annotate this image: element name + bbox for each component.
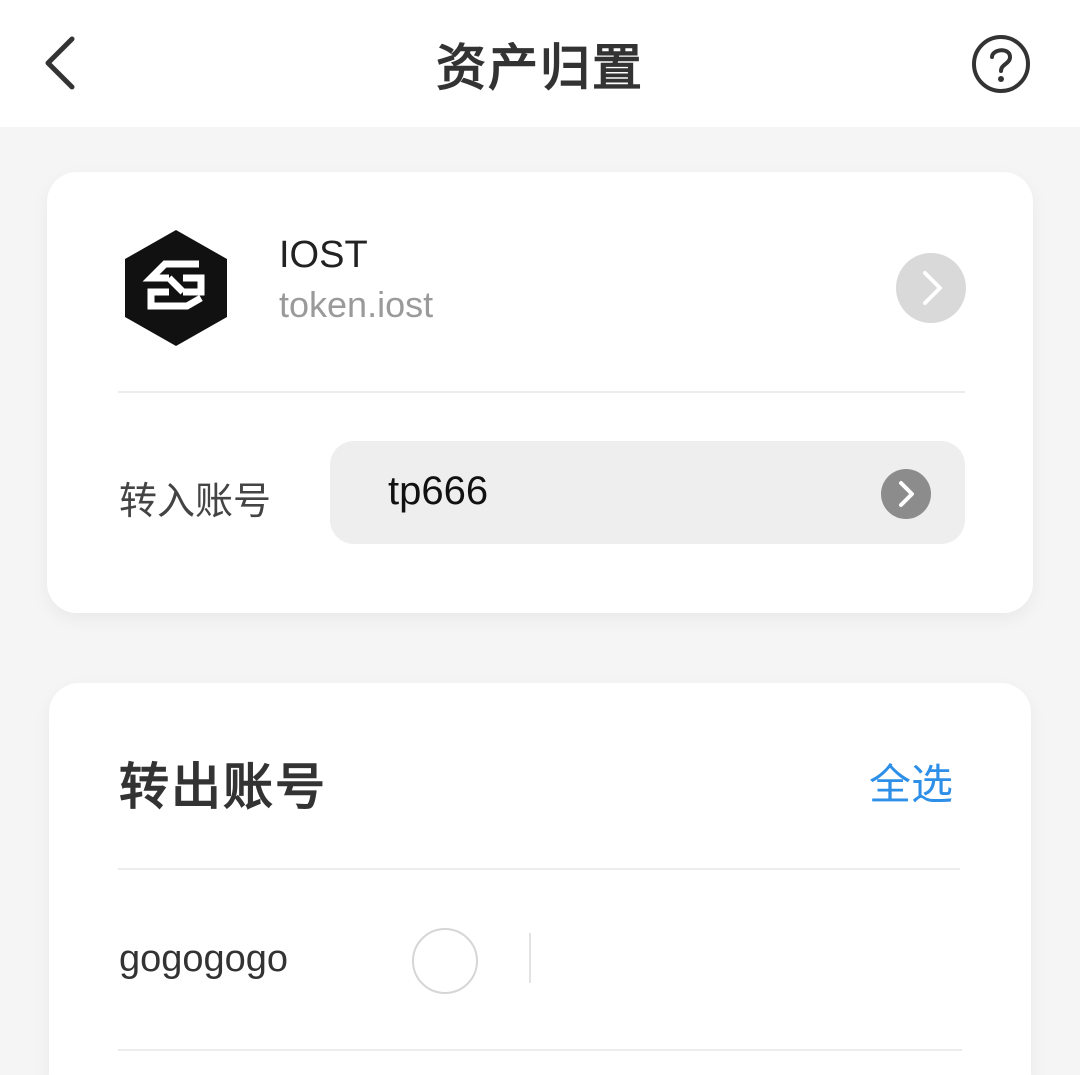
transfer-in-account-selector[interactable]: tp666 [330,441,965,544]
help-button[interactable] [970,33,1032,95]
select-all-button[interactable]: 全选 [869,751,953,812]
page-title: 资产归置 [436,39,644,97]
transfer-out-card: 转出账号 全选 gogogogo [49,683,1031,1075]
account-arrow-button[interactable] [881,469,931,519]
transfer-in-card: IOST token.iost 转入账号 tp666 [47,172,1033,613]
chevron-right-circle-icon [899,481,914,507]
divider [118,868,960,870]
transfer-in-account-value: tp666 [388,469,489,513]
iost-logo-icon [125,230,227,346]
navigation-bar: 资产归置 [0,0,1080,127]
transfer-out-title: 转出账号 [119,758,327,816]
transfer-in-label: 转入账号 [119,479,272,523]
amount-input[interactable] [529,933,959,983]
chevron-right-icon [923,271,942,305]
token-selector[interactable]: IOST token.iost [117,222,967,352]
token-arrow-button[interactable] [896,253,966,323]
account-radio[interactable] [412,928,478,994]
divider [118,391,965,393]
divider [118,1049,962,1051]
account-name: gogogogo [119,938,289,980]
question-circle-icon [972,35,1030,93]
token-symbol: IOST [279,234,368,276]
token-contract: token.iost [279,284,434,325]
